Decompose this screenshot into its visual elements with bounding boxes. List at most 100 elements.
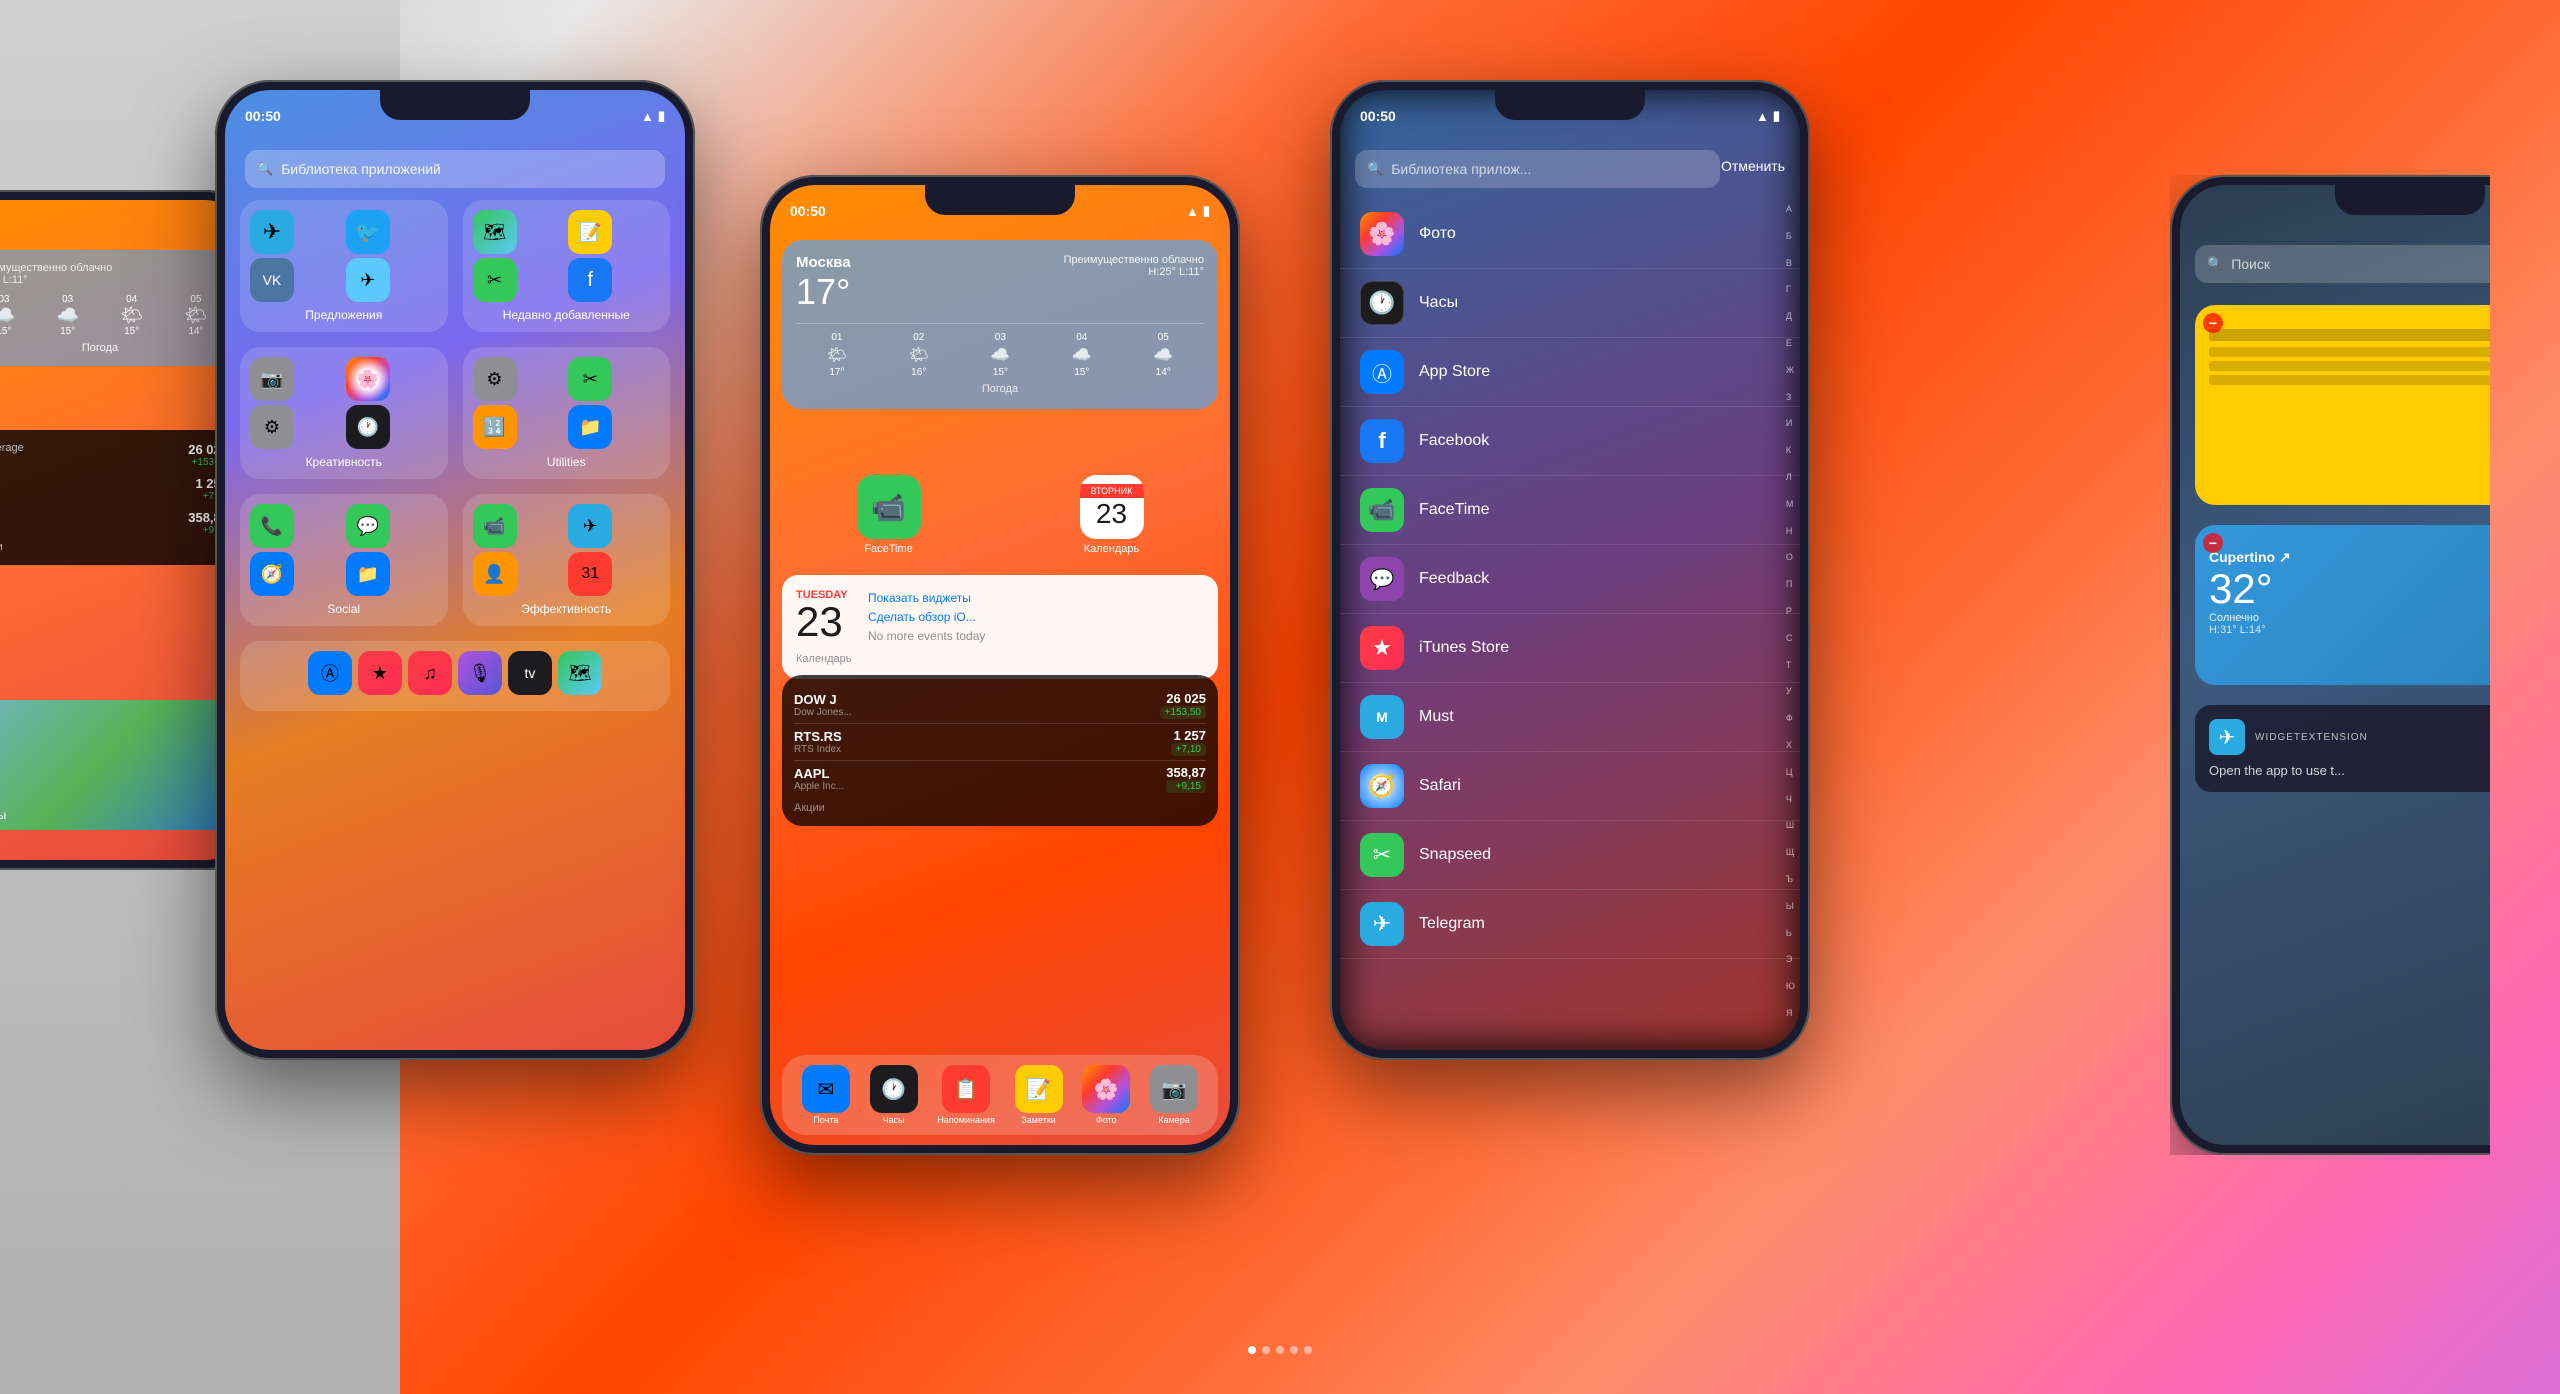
phone2-vk-icon: VK (250, 258, 294, 302)
phone3-dock-photos[interactable]: 🌸 Фото (1082, 1065, 1130, 1125)
phone1-temp-0: 15° (0, 326, 15, 337)
phone3-stockchg-2: +9,15 (1166, 780, 1206, 793)
phone2-safari-icon: 🧭 (250, 552, 294, 596)
phone3-dock-clock[interactable]: 🕐 Часы (870, 1065, 918, 1125)
phone3-hour-1: 02 (909, 332, 929, 343)
phone3-wifi-icon: ▲ (1186, 204, 1199, 219)
phone4-app-facetime[interactable]: 📹 FaceTime (1340, 476, 1800, 545)
phone4-must-icon: M (1360, 695, 1404, 739)
phone3-stockchg-1: +7,10 (1171, 743, 1206, 756)
phone5-search-icon: 🔍 (2207, 256, 2223, 272)
phone4-photos-name: Фото (1419, 225, 1456, 243)
phone3-mail-icon: ✉ (802, 1065, 850, 1113)
alpha-y: Ы (1786, 902, 1795, 911)
phone3-time: 00:50 (790, 203, 826, 219)
alpha-z: З (1786, 393, 1795, 402)
phone4-feedback-icon: 💬 (1360, 557, 1404, 601)
phone2-app-grid: ✈ 🐦 VK ✈ Предложения 🗺 📝 ✂ f Недавно доб… (240, 200, 670, 711)
phone4-cancel-button[interactable]: Отменить (1721, 158, 1785, 174)
phone2-folder-entertainment[interactable]: Ⓐ ★ ♫ 🎙 tv 🗺 (240, 641, 670, 711)
phone5-minus-weather[interactable]: − (2203, 533, 2223, 553)
phone3-stocks-widget: DOW J Dow Jones... 26 025 +153,50 RTS.RS… (782, 675, 1218, 826)
phone3-dock-notes[interactable]: 📝 Заметки (1015, 1065, 1063, 1125)
phone3-event-0: Показать виджеты (868, 589, 1204, 608)
phone2-folder-productivity-label: Эффективность (473, 602, 661, 616)
phone4-wifi-icon: ▲ (1756, 109, 1769, 124)
phone4-facetime-name: FaceTime (1419, 501, 1490, 519)
phone3-hour-0: 01 (827, 332, 847, 343)
phone2-calc-icon: 🔢 (473, 405, 517, 449)
phone4-app-facebook[interactable]: f Facebook (1340, 407, 1800, 476)
alpha-soft: Ь (1786, 929, 1795, 938)
phone4-facebook-icon: f (1360, 419, 1404, 463)
phone2-folder-recent-label: Недавно добавленные (473, 308, 661, 322)
phone1-weather-widget: Преимущественно облачно H:25° L:11° 03 ☁… (0, 250, 240, 366)
phone4-alphabet-index: А Б В Г Д Е Ж З И К Л М Н О П Р С Т У Ф (1786, 200, 1795, 1050)
phone1-maps-label: Карты (0, 808, 6, 822)
phone2-calendar-icon: 31 (568, 552, 612, 596)
phone2-search-bar[interactable]: 🔍 Библиотека приложений (245, 150, 665, 188)
alpha-u: У (1786, 687, 1795, 696)
phone3-cal-label: Календарь (796, 653, 1204, 665)
phone2-photos-icon: 🌸 (346, 357, 390, 401)
phone4-app-must[interactable]: M Must (1340, 683, 1800, 752)
phone1-hour-2: 04 (120, 294, 143, 305)
phone2-folder-suggestions[interactable]: ✈ 🐦 VK ✈ Предложения (240, 200, 448, 332)
phone2-twitter-icon: 🐦 (346, 210, 390, 254)
phone-3-screen: 00:50 ▲ ▮ Москва 17° Преимущественно обл… (770, 185, 1230, 1145)
phone2-folder-productivity[interactable]: 📹 ✈ 👤 31 Эффективность (463, 494, 671, 626)
phone4-app-telegram[interactable]: ✈ Telegram (1340, 890, 1800, 959)
phone4-app-appstore[interactable]: Ⓐ App Store (1340, 338, 1800, 407)
dot-4[interactable] (1290, 1346, 1298, 1354)
alpha-p: П (1786, 580, 1795, 589)
phone5-city-text: Cupertino (2209, 549, 2275, 565)
phone2-folder-recent[interactable]: 🗺 📝 ✂ f Недавно добавленные (463, 200, 671, 332)
phone-4-screen: 00:50 ▲ ▮ 🔍 Библиотека прилож... Отменит… (1340, 90, 1800, 1050)
phone3-calendar-btn[interactable]: ВТОРНИК 23 Календарь (1005, 475, 1218, 555)
phone5-widget-ext-label: WIDGETEXTENSION (2255, 732, 2368, 743)
phone4-app-safari[interactable]: 🧭 Safari (1340, 752, 1800, 821)
phone3-mail-label: Почта (813, 1115, 838, 1125)
phone3-weather-city: Москва (796, 254, 851, 271)
phone4-app-photos[interactable]: 🌸 Фото (1340, 200, 1800, 269)
phone3-quick-apps: 📹 FaceTime ВТОРНИК 23 Календарь (782, 475, 1218, 555)
alpha-f: Ф (1786, 714, 1795, 723)
phone1-stocks-widget: al Average 26 025 +153,50 1 257 +7,10 35… (0, 430, 240, 565)
phone2-files2-icon: 📁 (346, 552, 390, 596)
phone2-music-icon: ♫ (408, 651, 452, 695)
phone4-search-bar[interactable]: 🔍 Библиотека прилож... (1355, 150, 1720, 188)
dot-1[interactable] (1248, 1346, 1256, 1354)
phone3-calendar-widget: TUESDAY 23 Показать виджеты Сделать обзо… (782, 575, 1218, 679)
phone4-app-feedback[interactable]: 💬 Feedback (1340, 545, 1800, 614)
phone4-screen: 00:50 ▲ ▮ 🔍 Библиотека прилож... Отменит… (1340, 90, 1800, 1050)
dot-2[interactable] (1262, 1346, 1270, 1354)
phone3-dock-mail[interactable]: ✉ Почта (802, 1065, 850, 1125)
dot-3[interactable] (1276, 1346, 1284, 1354)
phone2-camera-icon: 📷 (250, 357, 294, 401)
phone3-facetime-btn[interactable]: 📹 FaceTime (782, 475, 995, 555)
phone3-stockname-1: RTS Index (794, 744, 842, 755)
phone1-weather-hours: 03 ☁️ 15° 03 ☁️ 15° 04 🌤 15° (0, 294, 228, 337)
phone4-telegram-name: Telegram (1419, 915, 1485, 933)
phone2-appstore-icon: Ⓐ (308, 651, 352, 695)
phone3-facetime-label: FaceTime (864, 543, 913, 555)
alpha-d: Д (1786, 312, 1795, 321)
alpha-g: Г (1786, 285, 1795, 294)
phone3-dock-reminders[interactable]: 📋 Напоминания (937, 1065, 994, 1125)
phone5-minus-notes[interactable]: − (2203, 313, 2223, 333)
phone2-wifi-icon: ▲ (641, 109, 654, 124)
phone3-stockname-2: Apple Inc... (794, 781, 844, 792)
phone4-facetime-icon: 📹 (1360, 488, 1404, 532)
phone4-app-clock[interactable]: 🕐 Часы (1340, 269, 1800, 338)
dot-5[interactable] (1304, 1346, 1312, 1354)
phone2-folder-utilities[interactable]: ⚙ ✂ 🔢 📁 Utilities (463, 347, 671, 479)
phone3-dock-camera[interactable]: 📷 Камера (1150, 1065, 1198, 1125)
phone1-weather-label: Погода (0, 342, 228, 354)
phone4-app-itunes[interactable]: ★ iTunes Store (1340, 614, 1800, 683)
phone2-folder-social[interactable]: 📞 💬 🧭 📁 Social (240, 494, 448, 626)
alpha-eh: Э (1786, 955, 1795, 964)
phone2-folder-suggestions-label: Предложения (250, 308, 438, 322)
phone2-folder-creativity[interactable]: 📷 🌸 ⚙ 🕐 Креативность (240, 347, 448, 479)
phone4-app-snapseed[interactable]: ✂ Snapseed (1340, 821, 1800, 890)
phone1-hour-0: 03 (0, 294, 15, 305)
